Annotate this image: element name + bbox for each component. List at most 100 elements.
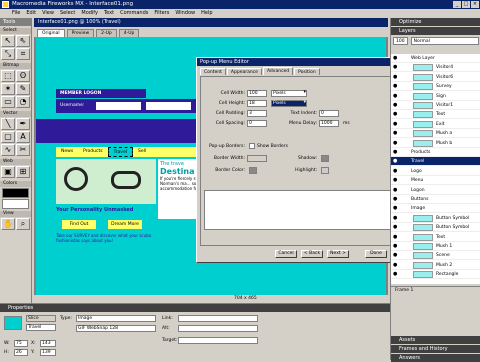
layer-row[interactable]: ● Text bbox=[391, 110, 480, 120]
visibility-eye-icon[interactable]: ● bbox=[393, 131, 397, 136]
text-tool-icon[interactable]: A bbox=[16, 131, 30, 143]
visibility-eye-icon[interactable]: ● bbox=[393, 215, 397, 221]
cell-padding-input[interactable]: 3 bbox=[247, 110, 267, 117]
visibility-eye-icon[interactable]: ● bbox=[393, 197, 397, 202]
visibility-eye-icon[interactable]: ● bbox=[393, 262, 397, 268]
border-width-input[interactable] bbox=[247, 155, 267, 162]
visibility-eye-icon[interactable]: ● bbox=[393, 140, 397, 146]
layer-row[interactable]: ● Visitor6 bbox=[391, 73, 480, 82]
tab-position[interactable]: Position bbox=[294, 68, 320, 75]
alt-input[interactable] bbox=[178, 325, 258, 332]
layer-row[interactable]: ● Buttons bbox=[391, 195, 480, 204]
visibility-eye-icon[interactable]: ● bbox=[393, 168, 397, 174]
layer-row[interactable]: ● Logon bbox=[391, 186, 480, 195]
visibility-eye-icon[interactable]: ● bbox=[393, 56, 397, 61]
layer-row[interactable]: ● Menu bbox=[391, 176, 480, 186]
show-borders-checkbox[interactable] bbox=[249, 143, 255, 149]
subselect-tool-icon[interactable]: ⇖ bbox=[16, 35, 30, 47]
crop-tool-icon[interactable]: ⌗ bbox=[16, 48, 30, 60]
visibility-eye-icon[interactable]: ● bbox=[393, 234, 397, 240]
nav-travel[interactable]: Travel bbox=[107, 147, 133, 157]
visibility-eye-icon[interactable]: ● bbox=[393, 178, 397, 183]
visibility-eye-icon[interactable]: ● bbox=[393, 121, 397, 127]
answers-panel-header[interactable]: Answers bbox=[391, 354, 480, 362]
highlight-color-swatch[interactable] bbox=[321, 167, 329, 174]
close-icon[interactable]: × bbox=[471, 1, 479, 8]
nav-sell[interactable]: Sell bbox=[133, 147, 151, 157]
blur-tool-icon[interactable]: ◔ bbox=[16, 96, 30, 108]
visibility-eye-icon[interactable]: ● bbox=[393, 65, 397, 70]
rectangle-tool-icon[interactable]: ▢ bbox=[1, 131, 15, 143]
pen-tool-icon[interactable]: ✒ bbox=[16, 118, 30, 130]
layer-row[interactable]: ● Products bbox=[391, 148, 480, 157]
cell-spacing-input[interactable]: 0 bbox=[247, 120, 267, 127]
tab-content[interactable]: Content bbox=[200, 68, 226, 75]
find-out-button[interactable]: Find Out bbox=[62, 220, 96, 229]
opacity-field[interactable]: 100 bbox=[393, 37, 408, 45]
next-button[interactable]: Next > bbox=[327, 250, 349, 258]
slice-name-input[interactable]: Travel bbox=[26, 324, 56, 331]
back-button[interactable]: < Back bbox=[301, 250, 323, 258]
height-input[interactable]: 26 bbox=[14, 349, 28, 356]
menu-window[interactable]: Window bbox=[175, 9, 195, 18]
maximize-icon[interactable]: □ bbox=[462, 1, 470, 8]
cell-width-unit-select[interactable]: Pixels bbox=[271, 90, 307, 97]
visibility-eye-icon[interactable]: ● bbox=[393, 272, 397, 277]
layer-row[interactable]: ● Image bbox=[391, 204, 480, 214]
link-input[interactable] bbox=[178, 315, 258, 322]
nav-products[interactable]: Products bbox=[78, 147, 107, 157]
menu-view[interactable]: View bbox=[42, 9, 54, 18]
x-input[interactable]: 143 bbox=[40, 340, 56, 347]
done-button[interactable]: Done bbox=[365, 250, 387, 258]
menu-select[interactable]: Select bbox=[60, 9, 75, 18]
tab-original[interactable]: Original bbox=[37, 29, 65, 37]
menu-edit[interactable]: Edit bbox=[26, 9, 36, 18]
layer-row[interactable]: ● Button Symbol bbox=[391, 214, 480, 223]
visibility-eye-icon[interactable]: ● bbox=[393, 150, 397, 155]
width-input[interactable]: 75 bbox=[14, 340, 28, 347]
visibility-eye-icon[interactable]: ● bbox=[393, 253, 397, 258]
visibility-eye-icon[interactable]: ● bbox=[393, 187, 397, 193]
visibility-eye-icon[interactable]: ● bbox=[393, 93, 397, 99]
layer-row[interactable]: ● Button Symbol bbox=[391, 223, 480, 233]
menu-help[interactable]: Help bbox=[201, 9, 212, 18]
visibility-eye-icon[interactable]: ● bbox=[393, 206, 397, 211]
visibility-eye-icon[interactable]: ● bbox=[393, 103, 397, 108]
tab-4up[interactable]: 4-Up bbox=[118, 29, 140, 37]
eraser-tool-icon[interactable]: ▭ bbox=[1, 96, 15, 108]
menu-filters[interactable]: Filters bbox=[154, 9, 169, 18]
layer-row[interactable]: ● Visitor1 bbox=[391, 101, 480, 110]
brush-tool-icon[interactable]: ✎ bbox=[16, 83, 30, 95]
layer-row[interactable]: ● Sign bbox=[391, 92, 480, 101]
export-format-select[interactable]: GIF WebSnap 128 bbox=[76, 325, 156, 332]
layer-row[interactable]: ● Mush 2 bbox=[391, 261, 480, 270]
pointer-tool-icon[interactable]: ↖ bbox=[1, 35, 15, 47]
cell-height-unit-select[interactable]: Pixels bbox=[271, 100, 307, 107]
visibility-eye-icon[interactable]: ● bbox=[393, 74, 397, 80]
password-field[interactable] bbox=[146, 102, 191, 110]
visibility-eye-icon[interactable]: ● bbox=[393, 225, 397, 230]
cancel-button[interactable]: Cancel bbox=[275, 250, 297, 258]
hotspot-tool-icon[interactable]: ▣ bbox=[1, 166, 15, 178]
text-indent-input[interactable]: 0 bbox=[319, 110, 339, 117]
visibility-eye-icon[interactable]: ● bbox=[393, 112, 397, 117]
lasso-tool-icon[interactable]: ʘ bbox=[16, 70, 30, 82]
layer-row[interactable]: ● Mush 1 bbox=[391, 242, 480, 251]
target-select[interactable] bbox=[178, 337, 258, 344]
freeform-tool-icon[interactable]: ∿ bbox=[1, 144, 15, 156]
scale-tool-icon[interactable]: ⤡ bbox=[1, 48, 15, 60]
menu-text[interactable]: Text bbox=[104, 9, 114, 18]
zoom-tool-icon[interactable]: ⌕ bbox=[16, 218, 30, 230]
tab-preview[interactable]: Preview bbox=[66, 29, 95, 37]
stroke-color-swatch[interactable] bbox=[2, 188, 29, 198]
layer-row[interactable]: ● Mush b bbox=[391, 139, 480, 148]
menu-file[interactable]: File bbox=[12, 9, 20, 18]
nav-news[interactable]: News bbox=[56, 147, 78, 157]
visibility-eye-icon[interactable]: ● bbox=[393, 84, 397, 89]
assets-panel-header[interactable]: Assets bbox=[391, 336, 480, 344]
minimize-icon[interactable]: _ bbox=[453, 1, 461, 8]
tab-appearance[interactable]: Appearance bbox=[226, 68, 262, 75]
layer-row[interactable]: ● Travel bbox=[391, 157, 480, 167]
tab-advanced[interactable]: Advanced bbox=[262, 67, 294, 75]
layer-row[interactable]: ● Scene bbox=[391, 251, 480, 261]
